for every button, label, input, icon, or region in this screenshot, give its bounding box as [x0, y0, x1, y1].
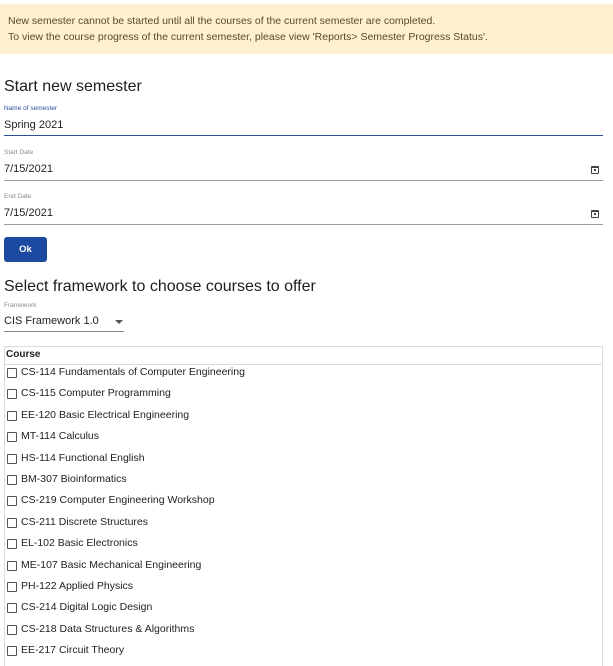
course-label: PH-122 Applied Physics [21, 580, 134, 592]
course-checkbox[interactable] [7, 368, 17, 378]
course-checkbox[interactable] [7, 389, 17, 400]
course-checkbox[interactable] [7, 453, 17, 464]
course-table: Course CS-114 Fundamentals of Computer E… [4, 346, 603, 666]
course-label: CS-114 Fundamentals of Computer Engineer… [21, 366, 245, 378]
course-checkbox[interactable] [7, 496, 17, 507]
course-label: CS-218 Data Structures & Algorithms [21, 622, 195, 635]
course-row[interactable]: CS-114 Fundamentals of Computer Engineer… [5, 363, 602, 384]
course-label: EL-102 Basic Electronics [21, 537, 138, 550]
course-checkbox[interactable] [7, 475, 17, 485]
course-row[interactable]: ME-107 Basic Mechanical Engineering [5, 556, 602, 577]
course-checkbox[interactable] [7, 560, 17, 571]
course-row[interactable]: MT-114 Calculus [5, 427, 602, 448]
semester-name-label: Name of semester [4, 105, 58, 112]
course-checkbox[interactable] [7, 432, 17, 443]
course-label: MT-114 Calculus [21, 430, 100, 443]
course-label: CS-219 Computer Engineering Workshop [21, 494, 215, 507]
start-date-input[interactable]: 7/15/2021 [4, 163, 53, 175]
framework-select-underline [4, 331, 124, 332]
course-row[interactable]: CS-115 Computer Programming [5, 384, 602, 405]
info-banner: New semester cannot be started until all… [0, 4, 613, 54]
start-date-label: Start Date [4, 149, 34, 156]
course-row[interactable]: CS-214 Digital Logic Design [5, 598, 602, 619]
course-checkbox[interactable] [7, 517, 17, 528]
course-label: EE-217 Circuit Theory [21, 644, 125, 657]
course-row[interactable]: BM-307 Bioinformatics [5, 470, 602, 491]
course-row[interactable]: PH-122 Applied Physics [5, 577, 602, 598]
course-label: ME-107 Basic Mechanical Engineering [21, 558, 202, 571]
course-checkbox[interactable] [7, 646, 17, 657]
semester-name-underline [4, 135, 603, 136]
course-label: CS-211 Discrete Structures [21, 515, 149, 528]
course-checkbox[interactable] [7, 624, 17, 635]
course-row[interactable]: EE-217 Circuit Theory [5, 641, 602, 662]
end-date-input[interactable]: 7/15/2021 [4, 207, 53, 219]
course-row[interactable]: CS-211 Discrete Structures [5, 513, 602, 534]
chevron-down-icon[interactable] [115, 320, 123, 324]
course-label: CS-115 Computer Programming [21, 387, 171, 400]
course-label: HS-114 Functional English [21, 451, 145, 464]
end-date-underline [4, 224, 603, 225]
start-date-calendar-icon[interactable] [591, 166, 599, 174]
start-date-underline [4, 180, 603, 181]
framework-heading: Select framework to choose courses to of… [4, 278, 316, 295]
course-label: BM-307 Bioinformatics [21, 473, 127, 485]
course-label: CS-214 Digital Logic Design [21, 601, 153, 614]
semester-name-input[interactable]: Spring 2021 [4, 119, 63, 131]
course-row[interactable]: EE-120 Basic Electrical Engineering [5, 406, 602, 427]
course-checkbox[interactable] [7, 539, 17, 550]
start-semester-heading: Start new semester [4, 78, 142, 95]
framework-label: Framework [4, 302, 37, 309]
course-label: EE-120 Basic Electrical Engineering [21, 408, 190, 421]
course-row[interactable]: CS-219 Computer Engineering Workshop [5, 491, 602, 512]
course-row[interactable]: CS-218 Data Structures & Algorithms [5, 620, 602, 641]
course-row[interactable]: EL-102 Basic Electronics [5, 534, 602, 555]
ok-button[interactable]: Ok [4, 237, 47, 262]
course-checkbox[interactable] [7, 603, 17, 614]
banner-line-1: New semester cannot be started until all… [8, 15, 436, 27]
end-date-calendar-icon[interactable] [591, 210, 599, 218]
end-date-label: End Date [4, 193, 32, 200]
course-row[interactable]: HS-114 Functional English [5, 449, 602, 470]
course-checkbox[interactable] [7, 582, 17, 592]
course-checkbox[interactable] [7, 410, 17, 421]
framework-select[interactable]: CIS Framework 1.0 [4, 315, 99, 327]
banner-line-2: To view the course progress of the curre… [8, 31, 488, 43]
